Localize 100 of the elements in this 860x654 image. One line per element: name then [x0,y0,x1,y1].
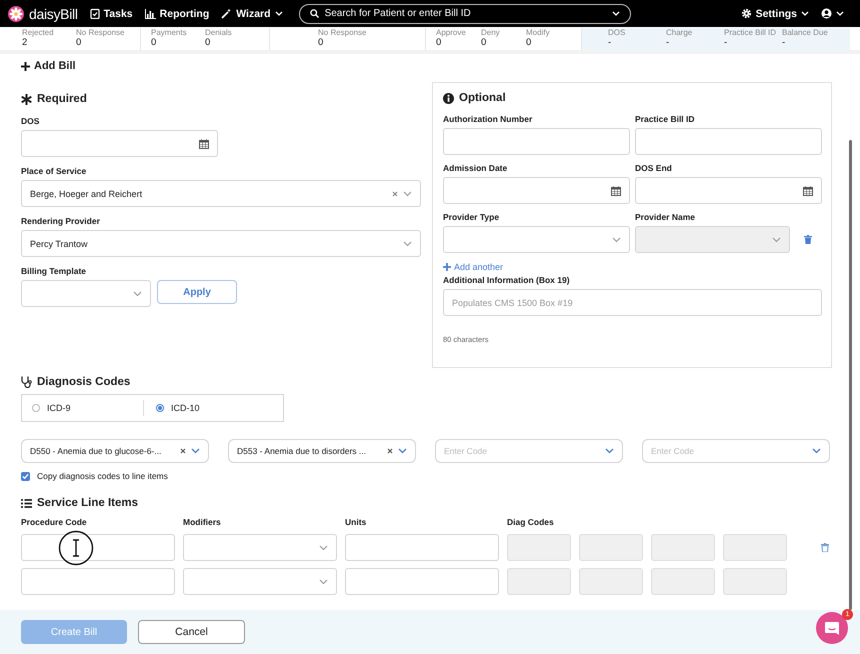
radio-button[interactable] [32,404,40,412]
chevron-down-icon [319,544,328,550]
stat-value: - [608,37,612,49]
clear-icon[interactable] [180,448,186,454]
stat-label: Deny [481,28,501,37]
stat-value: - [666,37,670,49]
field-label: DOS [21,116,40,126]
code-select[interactable]: D553 - Anemia due to disorders ... [228,439,416,463]
radio-button[interactable] [156,404,164,412]
stat-value: 0 [151,37,158,49]
diag-code-field [723,568,787,595]
stat-value: 2 [22,37,28,49]
logo-text[interactable]: daisyBill [29,6,78,22]
user-icon [821,8,832,19]
chevron-down-icon [612,11,620,16]
calendar-icon [611,186,621,196]
trash-icon[interactable] [821,543,829,552]
clear-icon[interactable] [392,190,398,196]
nav-link[interactable]: Tasks [90,8,133,20]
select-field[interactable] [183,568,337,595]
select-field[interactable] [21,280,151,307]
diag-code-field [507,534,571,561]
clipboard-check-icon [90,8,100,19]
text-field[interactable] [635,128,822,155]
diag-code-field [651,534,715,561]
field-label: DOS End [635,163,673,173]
stat-label: Payments [151,28,188,37]
select-field[interactable] [443,226,630,253]
stat-label: Rejected [22,28,55,37]
magic-wand-icon [221,8,232,19]
text-cursor-icon [58,530,94,566]
nav-link[interactable]: Wizard [221,8,283,20]
select-field[interactable] [183,534,337,561]
clear-icon[interactable] [387,448,393,454]
diag-code-field [723,534,787,561]
date-field[interactable] [21,130,218,157]
chevron-down-icon [836,11,844,16]
date-field[interactable] [443,177,630,204]
chevron-down-icon [403,190,412,196]
list-icon [21,498,32,508]
field-label: Additional Information (Box 19) [443,275,571,285]
diag-code-field [579,534,643,561]
stat-label: DOS [608,28,626,37]
apply-button[interactable]: Apply [157,280,237,304]
date-field[interactable] [635,177,822,204]
settings-menu[interactable]: Settings [740,8,809,20]
select-field[interactable]: Percy Trantow [21,230,421,257]
code-select[interactable]: D550 - Anemia due to glucose-6-... [21,439,209,463]
bar-chart-icon [144,8,156,18]
scrollbar[interactable] [849,140,852,610]
info-icon [443,92,454,104]
trash-icon[interactable] [804,235,812,244]
field-label: Practice Bill ID [635,114,696,124]
chevron-down-icon [191,448,200,454]
units-field[interactable] [345,534,499,561]
stat-label: Modify [526,28,551,37]
select-field[interactable]: Berge, Hoeger and Reichert [21,180,421,207]
nav-link[interactable]: Reporting [144,8,210,20]
stat-label: No Response [318,28,368,37]
add-another-link[interactable]: Add another [443,262,504,272]
chevron-down-icon [812,448,821,454]
chat-button[interactable] [816,612,848,644]
diag-code-field [579,568,643,595]
select-value: Percy Trantow [30,238,88,248]
stat-label: Denials [205,28,233,37]
user-menu[interactable] [821,8,844,19]
stethoscope-icon [21,376,32,388]
cancel-button[interactable]: Cancel [138,620,245,644]
text-field[interactable]: Populates CMS 1500 Box #19 [443,289,822,316]
chevron-down-icon [801,11,809,16]
stat-label: No Response [76,28,126,37]
diag-code-field [651,568,715,595]
search-field[interactable]: Search for Patient or enter Bill ID [324,8,606,19]
checkbox[interactable] [21,472,30,480]
search-icon [310,9,319,18]
column-label: Diag Codes [507,517,555,527]
chevron-down-icon [605,448,614,454]
field-label: Admission Date [443,163,508,173]
section-title: Optional [459,92,506,104]
calendar-icon [199,138,209,148]
stat-value: 0 [205,37,212,49]
radio-option[interactable]: ICD-9 [32,403,143,413]
select-value: D550 - Anemia due to glucose-6-... [30,446,162,456]
procedure-code-field[interactable] [21,534,175,561]
stat-value: 0 [526,37,532,49]
placeholder-text: Enter Code [651,446,694,456]
section-title: Service Line Items [37,497,138,509]
units-field[interactable] [345,568,499,595]
search-bar[interactable]: Search for Patient or enter Bill ID [298,4,631,24]
calendar-icon [803,186,813,196]
plus-icon [443,263,451,271]
stat-value: - [724,37,728,49]
radio-option[interactable]: ICD-10 [156,403,267,413]
select-value: D553 - Anemia due to disorders ... [237,446,366,456]
text-field[interactable] [443,128,630,155]
daisy-logo-icon[interactable] [8,6,24,22]
chevron-down-icon [772,236,781,242]
chevron-down-icon [319,578,328,584]
procedure-code-field[interactable] [21,568,175,595]
plus-icon [21,62,30,70]
